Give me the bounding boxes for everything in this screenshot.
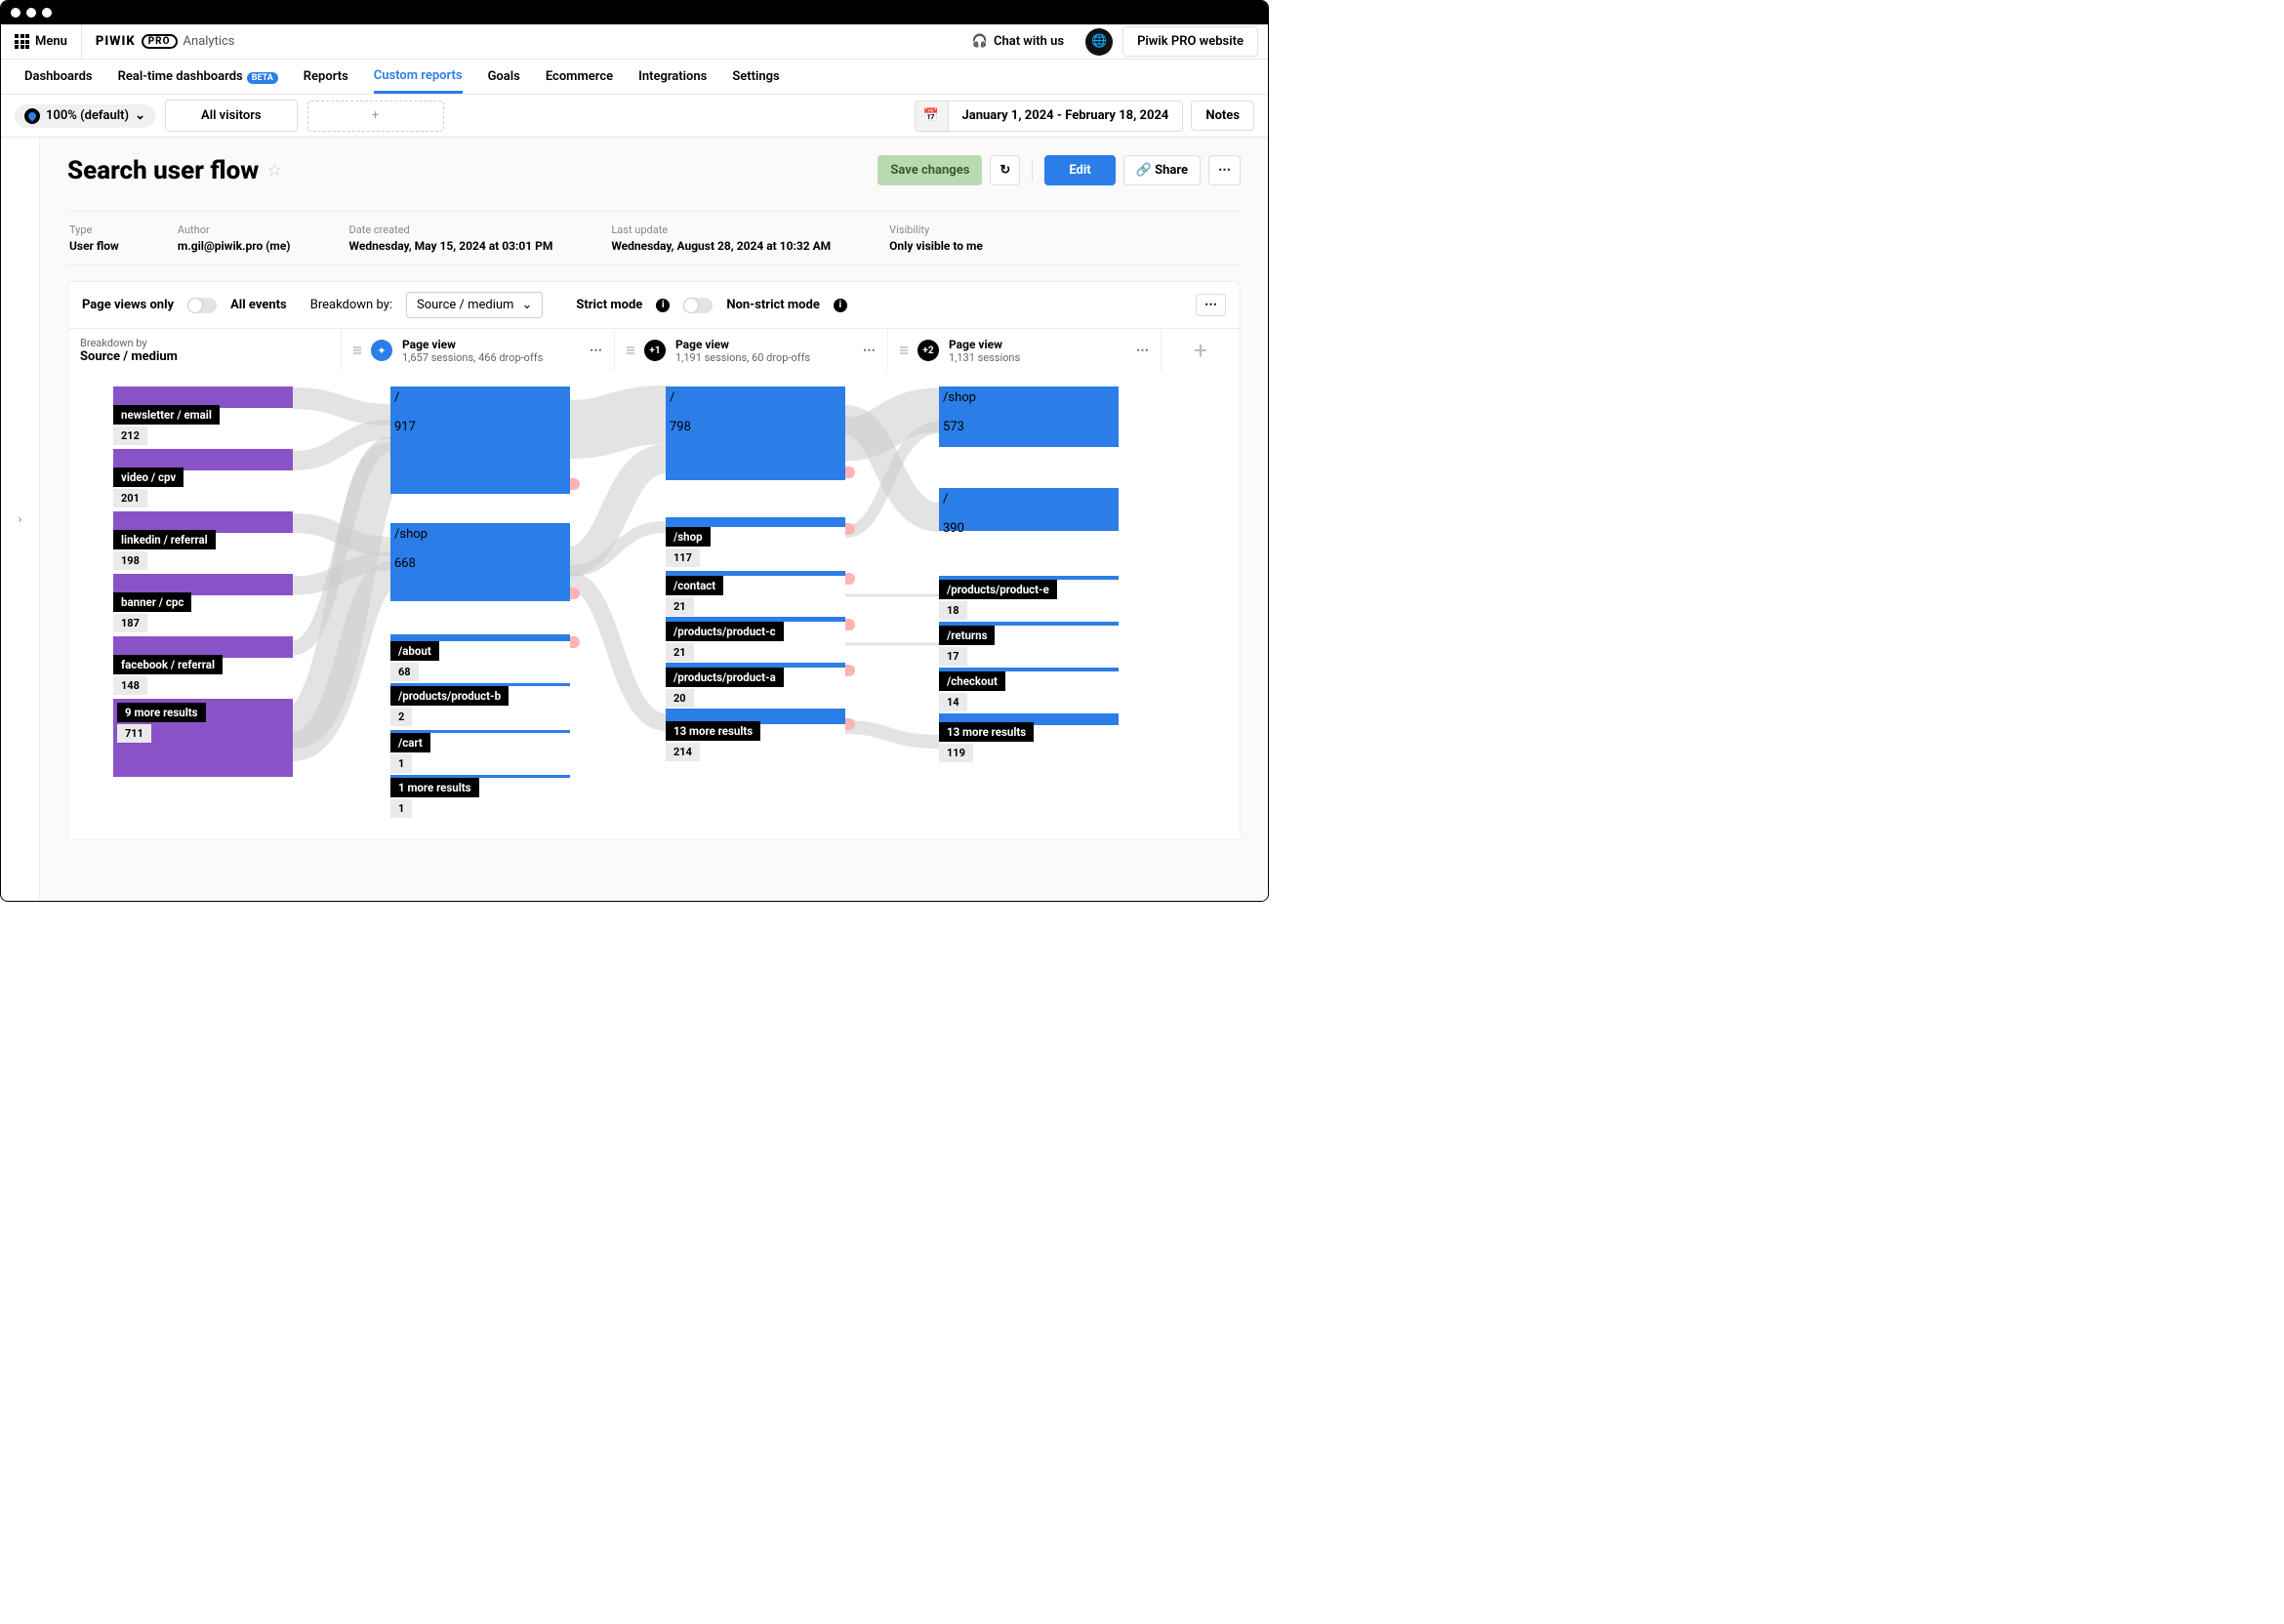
- flow-node[interactable]: /contact21: [666, 571, 845, 616]
- tab-settings[interactable]: Settings: [732, 61, 779, 92]
- compass-icon: ✦: [371, 340, 392, 361]
- date-range-picker[interactable]: 📅 January 1, 2024 - February 18, 2024: [915, 101, 1184, 132]
- step-1-header: ✦ Page view1,657 sessions, 466 drop-offs…: [342, 329, 615, 372]
- flow-node[interactable]: /products/product-e18: [939, 576, 1119, 620]
- menu-grid-icon: [15, 34, 29, 49]
- tab-ecommerce[interactable]: Ecommerce: [546, 61, 613, 92]
- expand-sidebar[interactable]: ›: [1, 138, 40, 901]
- chevron-down-icon: ⌄: [135, 108, 145, 123]
- step-badge: +1: [644, 340, 666, 361]
- chevron-down-icon: ⌄: [521, 298, 532, 312]
- info-icon[interactable]: i: [834, 299, 847, 312]
- drag-handle-icon[interactable]: [900, 346, 908, 354]
- user-flow-chart[interactable]: newsletter / email212 video / cpv201 lin…: [68, 371, 1240, 839]
- share-button[interactable]: 🔗 Share: [1123, 155, 1201, 185]
- flow-node[interactable]: /products/product-b2: [390, 683, 570, 726]
- events-toggle[interactable]: [187, 298, 217, 313]
- notes-button[interactable]: Notes: [1191, 101, 1254, 131]
- sampling-selector[interactable]: 100% (default) ⌄: [15, 104, 155, 128]
- add-step-button[interactable]: +: [1162, 329, 1240, 372]
- window-min-icon[interactable]: [26, 8, 36, 18]
- main-menu-label: Menu: [35, 34, 67, 49]
- source-node[interactable]: facebook / referral148: [113, 636, 293, 695]
- source-node[interactable]: banner / cpc187: [113, 574, 293, 632]
- app-window: Menu PIWIK PRO Analytics 🎧 Chat with us …: [0, 0, 1269, 902]
- drag-handle-icon[interactable]: [627, 346, 634, 354]
- edit-button[interactable]: Edit: [1044, 155, 1115, 185]
- flow-node-more[interactable]: 1 more results1: [390, 775, 570, 818]
- panel-more-button[interactable]: ⋯: [1196, 294, 1226, 316]
- window-titlebar: [1, 1, 1268, 24]
- tab-realtime[interactable]: Real-time dashboardsBETA: [118, 61, 278, 92]
- flow-node[interactable]: /cart1: [390, 730, 570, 773]
- step-more-button[interactable]: ⋯: [590, 344, 602, 358]
- flow-node[interactable]: /shop573: [939, 386, 1119, 447]
- revert-button[interactable]: ↻: [990, 155, 1020, 185]
- step-2-header: +1 Page view1,191 sessions, 60 drop-offs…: [615, 329, 888, 372]
- tab-custom-reports[interactable]: Custom reports: [374, 61, 463, 94]
- info-icon[interactable]: i: [656, 299, 670, 312]
- source-node[interactable]: video / cpv201: [113, 449, 293, 508]
- filter-bar: 100% (default) ⌄ All visitors + 📅 Januar…: [1, 95, 1268, 138]
- flow-node-more[interactable]: 13 more results119: [939, 713, 1119, 762]
- add-segment-button[interactable]: +: [307, 101, 444, 132]
- window-close-icon[interactable]: [11, 8, 20, 18]
- drag-handle-icon[interactable]: [353, 346, 361, 354]
- tab-reports[interactable]: Reports: [304, 61, 348, 92]
- chat-button[interactable]: 🎧 Chat with us: [960, 34, 1076, 49]
- flow-node[interactable]: /products/product-a20: [666, 663, 845, 708]
- nav-tabs: Dashboards Real-time dashboardsBETA Repo…: [1, 60, 1268, 95]
- flow-node[interactable]: /shop117: [666, 517, 845, 567]
- flow-node[interactable]: /checkout14: [939, 668, 1119, 711]
- flow-node[interactable]: /shop668: [390, 523, 570, 601]
- globe-icon[interactable]: 🌐: [1085, 28, 1113, 56]
- flow-node[interactable]: /390: [939, 488, 1119, 531]
- drop-icon: [24, 108, 40, 124]
- window-max-icon[interactable]: [42, 8, 52, 18]
- flow-controls: Page views only All events Breakdown by:…: [67, 281, 1241, 840]
- step-more-button[interactable]: ⋯: [1136, 344, 1149, 358]
- calendar-icon: 📅: [916, 102, 949, 131]
- step-more-button[interactable]: ⋯: [863, 344, 876, 358]
- flow-node[interactable]: /products/product-c21: [666, 617, 845, 662]
- tab-goals[interactable]: Goals: [488, 61, 520, 92]
- breakdown-select[interactable]: Source / medium⌄: [406, 292, 543, 318]
- strict-toggle[interactable]: [683, 298, 713, 313]
- segment-all-visitors[interactable]: All visitors: [165, 100, 298, 132]
- flow-node[interactable]: /917: [390, 386, 570, 494]
- site-selector[interactable]: Piwik PRO website: [1122, 26, 1258, 57]
- tab-integrations[interactable]: Integrations: [638, 61, 707, 92]
- top-header: Menu PIWIK PRO Analytics 🎧 Chat with us …: [1, 24, 1268, 60]
- favorite-star-icon[interactable]: ☆: [266, 160, 282, 181]
- chevron-right-icon: ›: [19, 512, 22, 527]
- source-node-more[interactable]: 9 more results711: [113, 699, 293, 777]
- more-icon: ⋯: [1218, 163, 1231, 178]
- source-node[interactable]: linkedin / referral198: [113, 511, 293, 570]
- link-icon: 🔗: [1136, 163, 1152, 178]
- breakdown-header: Breakdown bySource / medium: [68, 329, 342, 372]
- report-meta: TypeUser flow Authorm.gil@piwik.pro (me)…: [67, 211, 1241, 265]
- source-node[interactable]: newsletter / email212: [113, 386, 293, 445]
- flow-node[interactable]: /returns17: [939, 622, 1119, 666]
- flow-node[interactable]: /about68: [390, 634, 570, 681]
- page-title: Search user flow: [67, 156, 259, 185]
- flow-node[interactable]: /798: [666, 386, 845, 480]
- step-3-header: +2 Page view1,131 sessions ⋯: [888, 329, 1162, 372]
- flow-node-more[interactable]: 13 more results214: [666, 709, 845, 761]
- more-button[interactable]: ⋯: [1208, 155, 1241, 185]
- step-headers: Breakdown bySource / medium ✦ Page view1…: [68, 329, 1240, 372]
- tab-dashboards[interactable]: Dashboards: [24, 61, 93, 92]
- history-icon: ↻: [999, 163, 1010, 178]
- headset-icon: 🎧: [972, 34, 988, 49]
- brand-logo: PIWIK PRO Analytics: [82, 34, 249, 49]
- main-menu-button[interactable]: Menu: [1, 24, 82, 59]
- step-badge: +2: [918, 340, 939, 361]
- save-button[interactable]: Save changes: [877, 155, 982, 185]
